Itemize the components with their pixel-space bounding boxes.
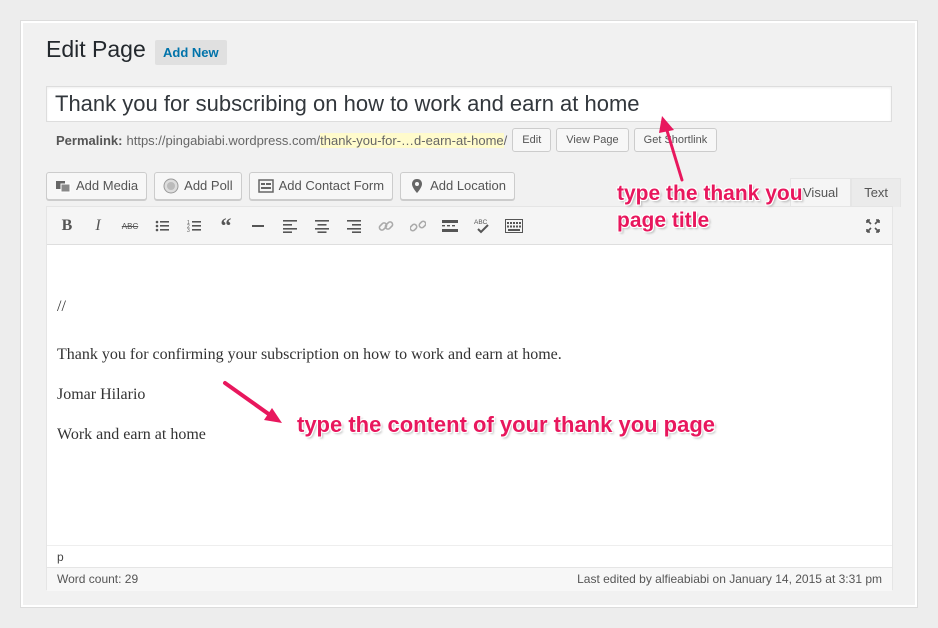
annotation-title-line-2: page title [617,209,710,232]
annotation-arrows [223,116,684,423]
annotation-content-note: type the content of your thank you page [297,412,716,437]
annotation-title-line-1: type the thank you [617,182,803,205]
annotation-title-note: type the thank you page title [617,180,803,234]
